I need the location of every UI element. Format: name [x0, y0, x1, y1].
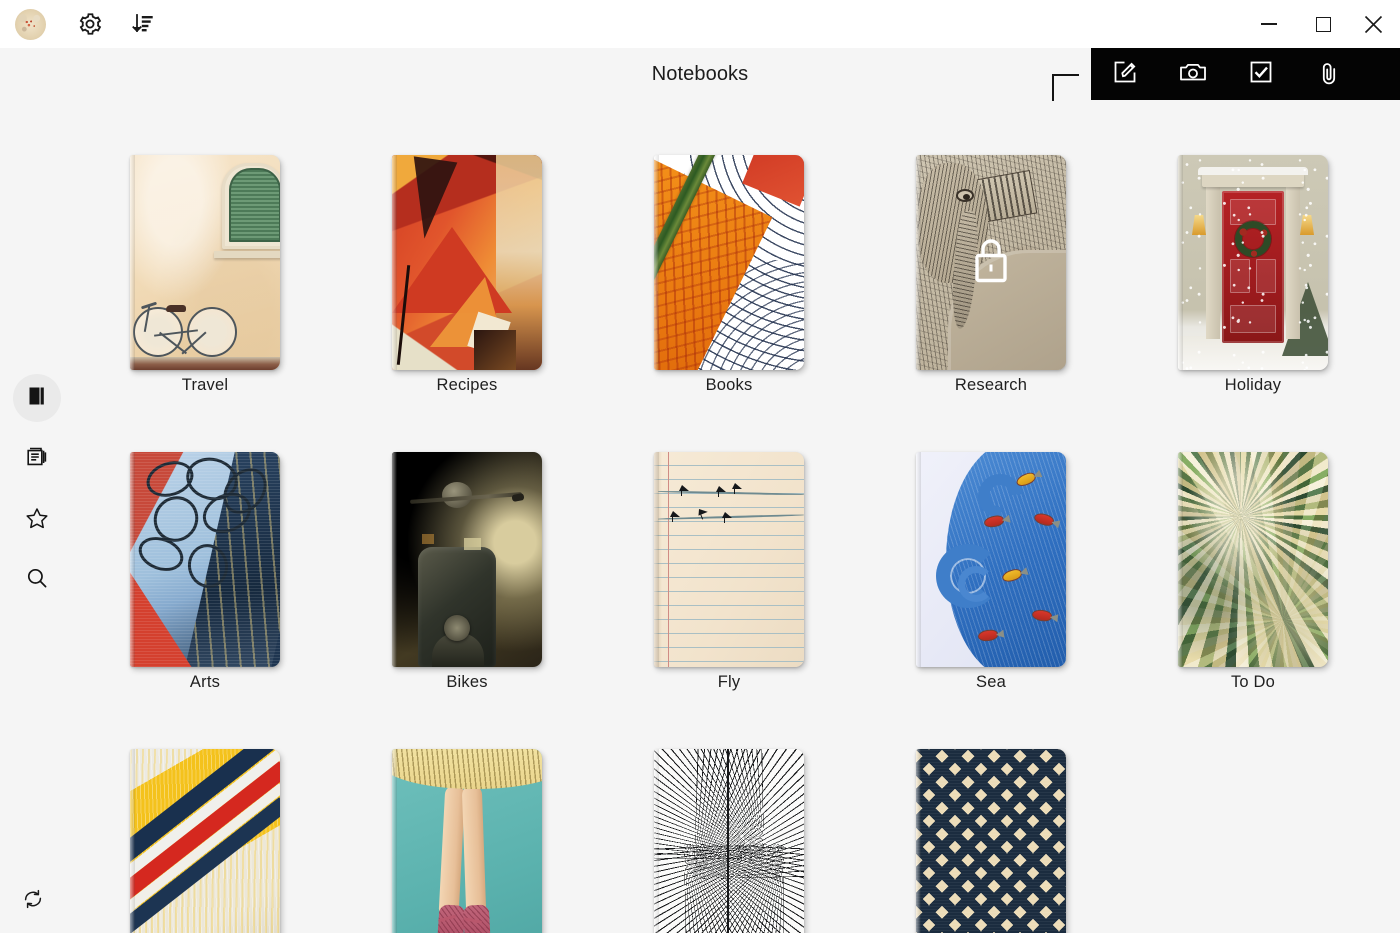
cover-art: [654, 749, 804, 933]
checkbox-icon: [1246, 57, 1276, 92]
cover-art: [1178, 452, 1328, 667]
new-photo-button[interactable]: [1159, 48, 1227, 100]
notebook-card: [860, 749, 1122, 933]
notebook-cover-research[interactable]: [916, 155, 1066, 370]
gear-icon: [77, 11, 103, 37]
notebook-cover-books[interactable]: [654, 155, 804, 370]
notebook-label: Books: [705, 376, 753, 394]
cover-art: [130, 452, 280, 667]
notebook-cover-travel[interactable]: [130, 155, 280, 370]
notebook-card: Books: [598, 155, 860, 419]
notebook-card: Research: [860, 155, 1122, 419]
notebook-label: Recipes: [436, 376, 498, 394]
paperclip-icon: [1314, 57, 1344, 92]
notebook-card: Holiday: [1122, 155, 1384, 419]
notebook-icon: [25, 384, 49, 413]
sidebar: [0, 100, 74, 933]
notebook-cover-sea[interactable]: [916, 452, 1066, 667]
new-note-button[interactable]: [1091, 48, 1159, 100]
maximize-icon: [1315, 16, 1331, 32]
notebook-cover-todo[interactable]: [1178, 452, 1328, 667]
notebook-card: Sea: [860, 452, 1122, 716]
minimize-icon: [1261, 23, 1277, 25]
notebook-cover-streaks[interactable]: [130, 749, 280, 933]
notebook-label: Research: [954, 376, 1028, 394]
notebook-card: Recipes: [336, 155, 598, 419]
window-close-button[interactable]: [1350, 0, 1396, 48]
cover-art: [392, 452, 542, 667]
sort-descending-icon: [128, 10, 156, 38]
app-window: Notebooks Travel Recipes Books Research …: [0, 0, 1400, 933]
window-maximize-button[interactable]: [1300, 0, 1346, 48]
notebook-cover-ballet[interactable]: [392, 749, 542, 933]
notebook-cover-holiday[interactable]: [1178, 155, 1328, 370]
sync-button[interactable]: [9, 877, 57, 925]
notes-stack-icon: [24, 444, 50, 475]
notebook-card: [336, 749, 598, 933]
cover-art: [916, 749, 1066, 933]
notebook-label: Travel: [181, 376, 229, 394]
notebook-row: Arts Bikes Fly Sea To Do: [74, 452, 1400, 716]
notebook-card: Fly: [598, 452, 860, 716]
notebook-label: Arts: [189, 673, 221, 691]
cover-art: [392, 749, 542, 933]
sort-button[interactable]: [122, 0, 162, 48]
notebook-label: Sea: [976, 673, 1006, 691]
notebook-label: Holiday: [1224, 376, 1282, 394]
notebook-row: [74, 749, 1400, 933]
avatar[interactable]: [15, 9, 46, 40]
sidebar-item-favorites[interactable]: [13, 496, 61, 544]
add-notebook-button[interactable]: [1030, 48, 1079, 101]
lock-icon: [969, 235, 1013, 290]
new-attachment-button[interactable]: [1295, 48, 1363, 100]
quick-create-toolbar: [1091, 48, 1400, 100]
notebook-grid: Travel Recipes Books Research Holiday Ar…: [74, 100, 1400, 933]
window-minimize-button[interactable]: [1246, 0, 1292, 48]
star-icon: [24, 505, 50, 536]
notebook-card: [74, 749, 336, 933]
notebook-cover-bikes[interactable]: [392, 452, 542, 667]
notebook-card: Bikes: [336, 452, 598, 716]
notebook-card: [598, 749, 860, 933]
notebook-cover-recipes[interactable]: [392, 155, 542, 370]
cover-art: [392, 155, 542, 370]
notebook-card: To Do: [1122, 452, 1384, 716]
notebook-label: To Do: [1230, 673, 1276, 691]
notebook-cover-fly[interactable]: [654, 452, 804, 667]
notebook-label: Bikes: [446, 673, 488, 691]
header-row: Notebooks: [0, 48, 1400, 101]
new-checklist-button[interactable]: [1227, 48, 1295, 100]
sidebar-item-notebooks[interactable]: [13, 374, 61, 422]
notebook-card: Arts: [74, 452, 336, 716]
notebook-row: Travel Recipes Books Research Holiday: [74, 155, 1400, 419]
sidebar-item-search[interactable]: [13, 556, 61, 604]
close-icon: [1364, 15, 1383, 34]
search-icon: [24, 565, 50, 596]
sync-icon: [21, 887, 45, 916]
cover-art: [1178, 155, 1328, 370]
compose-icon: [1110, 57, 1140, 92]
cover-art: [654, 155, 804, 370]
cover-art: [654, 452, 804, 667]
notebook-cover-lines[interactable]: [654, 749, 804, 933]
camera-icon: [1177, 56, 1209, 93]
notebook-card: Travel: [74, 155, 336, 419]
notebook-cover-arts[interactable]: [130, 452, 280, 667]
settings-button[interactable]: [70, 0, 110, 48]
notebook-cover-maze[interactable]: [916, 749, 1066, 933]
title-bar: [0, 0, 1400, 48]
cover-art: [130, 155, 280, 370]
cover-art: [916, 452, 1066, 667]
cover-art: [130, 749, 280, 933]
sidebar-item-notes[interactable]: [13, 435, 61, 483]
notebook-label: Fly: [717, 673, 741, 691]
